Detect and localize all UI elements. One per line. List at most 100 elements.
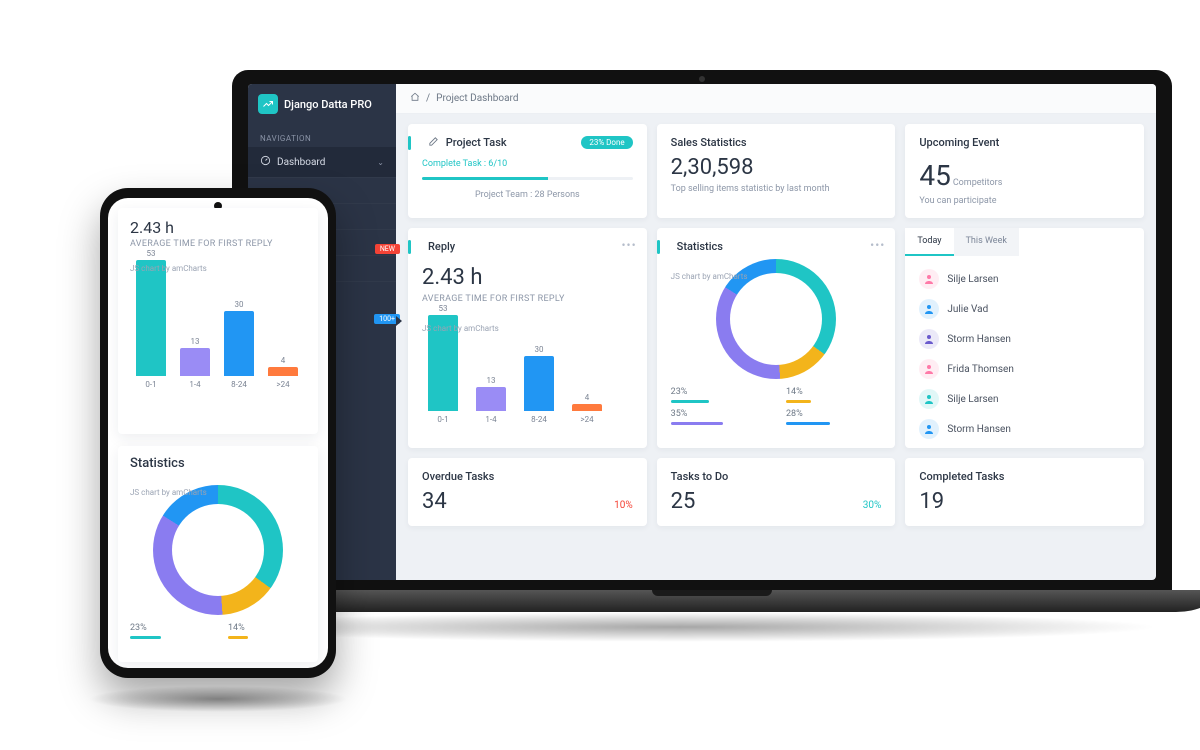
bar-value: 13	[487, 376, 496, 385]
bar-column: 4>24	[572, 393, 602, 424]
completed-value: 19	[919, 489, 944, 514]
legend-bar	[786, 422, 830, 425]
card-title: Statistics	[671, 240, 882, 253]
avatar-icon	[919, 269, 939, 289]
brand-name: Django Datta PRO	[284, 98, 372, 111]
sales-sub: Top selling items statistic by last mont…	[671, 184, 882, 194]
tab-today[interactable]: Today	[905, 228, 953, 256]
home-icon[interactable]	[410, 92, 420, 105]
laptop-camera	[699, 76, 705, 82]
brand-logo-icon	[258, 94, 278, 114]
person-row[interactable]: Silje Larsen	[919, 384, 1130, 414]
bar-value: 30	[235, 300, 244, 309]
gauge-icon	[260, 155, 271, 169]
person-name: Silje Larsen	[947, 394, 998, 405]
nav-item-dashboard[interactable]: Dashboard ⌄	[248, 147, 396, 177]
person-row[interactable]: Frida Thomsen	[919, 354, 1130, 384]
bar-rect	[476, 387, 506, 411]
card-accent	[408, 136, 411, 150]
todo-value: 25	[671, 489, 696, 514]
avatar-icon	[919, 419, 939, 439]
bar-category: 0-1	[145, 380, 156, 389]
card-statistics: ••• Statistics JS chart by amCharts 23%1…	[657, 228, 896, 448]
card-title: Sales Statistics	[671, 136, 882, 149]
nav-item-label: Dashboard	[277, 157, 325, 168]
card-sales: Sales Statistics 2,30,598 Top selling it…	[657, 124, 896, 218]
phone-reply-sub: AVERAGE TIME FOR FIRST REPLY	[130, 239, 306, 249]
card-title-text: Project Task	[446, 136, 507, 149]
legend-pct: 14%	[228, 623, 306, 633]
phone-frame: 2.43 h AVERAGE TIME FOR FIRST REPLY JS c…	[100, 188, 336, 678]
person-row[interactable]: Silje Larsen	[919, 264, 1130, 294]
laptop-frame: Django Datta PRO NAVIGATION Dashboard ⌄	[232, 70, 1192, 630]
avatar-icon	[919, 389, 939, 409]
person-name: Frida Thomsen	[947, 364, 1014, 375]
card-todo: Tasks to Do 25 30%	[657, 458, 896, 526]
bar-value: 13	[191, 337, 200, 346]
reply-value: 2.43 h	[422, 265, 633, 290]
phone-card-reply: 2.43 h AVERAGE TIME FOR FIRST REPLY JS c…	[118, 208, 318, 434]
bar-rect	[524, 356, 554, 411]
edit-icon	[428, 136, 439, 147]
sales-value: 2,30,598	[671, 155, 882, 180]
bar-value: 53	[147, 249, 156, 258]
donut-legend: 23% 14% 35% 28%	[671, 387, 882, 425]
avatar-icon	[919, 299, 939, 319]
legend-item: 23%	[130, 623, 208, 639]
upcoming-sub: You can participate	[919, 196, 1130, 206]
breadcrumb: / Project Dashboard	[396, 84, 1156, 114]
laptop-base	[208, 590, 1200, 612]
reply-sub: AVERAGE TIME FOR FIRST REPLY	[422, 294, 633, 304]
bar-value: 4	[281, 356, 286, 365]
legend-bar	[228, 636, 248, 639]
people-list: Silje Larsen Julie Vad Storm Hansen Frida T…	[919, 264, 1130, 444]
card-project-task: Project Task 23% Done Complete Task : 6/…	[408, 124, 647, 218]
complete-line: Complete Task : 6/10	[422, 159, 633, 169]
legend-item: 28%	[786, 409, 881, 425]
legend-pct: 28%	[786, 409, 881, 419]
overdue-value: 34	[422, 489, 447, 514]
card-upcoming: Upcoming Event 45 Competitors You can pa…	[905, 124, 1144, 218]
phone-bar-chart: 530-1131-4308-244>24	[130, 259, 306, 389]
bar-column: 13 1-4	[180, 337, 210, 389]
person-row[interactable]: Storm Hansen	[919, 414, 1130, 444]
tab-this-week[interactable]: This Week	[954, 228, 1019, 256]
person-row[interactable]: Storm Hansen	[919, 324, 1130, 354]
chart-credit: JS chart by amCharts	[130, 488, 207, 497]
person-name: Storm Hansen	[947, 334, 1011, 345]
todo-pct: 30%	[863, 500, 882, 511]
bar-column: 4>24	[268, 356, 298, 389]
card-people: Today This Week Silje Larsen Julie Vad Sto…	[905, 228, 1144, 448]
breadcrumb-sep: /	[426, 93, 430, 104]
card-accent	[408, 240, 411, 254]
person-name: Storm Hansen	[947, 424, 1011, 435]
main-area: / Project Dashboard Project Task	[396, 84, 1156, 580]
bar-column: 530-1	[428, 304, 458, 424]
card-grid: Project Task 23% Done Complete Task : 6/…	[396, 114, 1156, 580]
bar-category: 1-4	[189, 380, 200, 389]
person-name: Julie Vad	[947, 304, 988, 315]
card-accent	[657, 240, 660, 254]
card-reply: ••• Reply 2.43 h AVERAGE TIME FOR FIRST …	[408, 228, 647, 448]
done-pill: 23% Done	[581, 136, 632, 149]
avatar-icon	[919, 329, 939, 349]
legend-item: 14%	[786, 387, 881, 403]
brand[interactable]: Django Datta PRO	[248, 84, 396, 124]
card-menu-icon[interactable]: •••	[622, 238, 637, 252]
legend-item: 23%	[671, 387, 766, 403]
bar-column: 308-24	[524, 345, 554, 424]
laptop-bezel: Django Datta PRO NAVIGATION Dashboard ⌄	[232, 70, 1172, 590]
legend-bar	[130, 636, 161, 639]
chart-credit: JS chart by amCharts	[130, 264, 207, 273]
upcoming-suffix: Competitors	[953, 178, 1003, 188]
bar-value: 30	[535, 345, 544, 354]
card-menu-icon[interactable]: •••	[870, 238, 885, 252]
sidebar-active-pointer	[396, 316, 402, 326]
phone-viewport: 2.43 h AVERAGE TIME FOR FIRST REPLY JS c…	[108, 198, 328, 668]
chevron-down-icon: ⌄	[377, 158, 384, 167]
bar-value: 4	[585, 393, 590, 402]
person-row[interactable]: Julie Vad	[919, 294, 1130, 324]
bar-value: 53	[439, 304, 448, 313]
bar-rect	[268, 367, 298, 376]
legend-pct: 35%	[671, 409, 766, 419]
